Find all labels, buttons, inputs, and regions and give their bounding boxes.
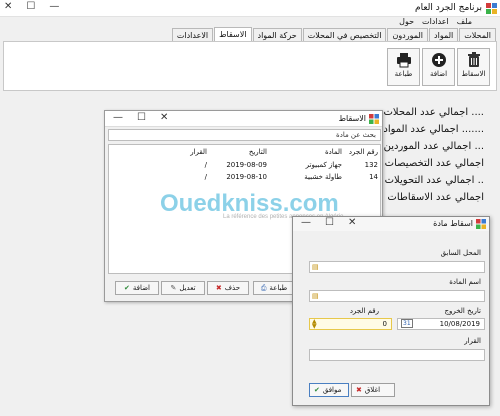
add-icon <box>431 53 446 67</box>
maximize-icon[interactable]: ☐ <box>26 1 35 12</box>
search-input[interactable]: بحث عن مادة <box>108 129 381 141</box>
check-icon: ✔ <box>314 386 320 394</box>
item-name-label: اسم المادة <box>449 278 481 286</box>
table-row[interactable]: 132 جهاز كمبيوتر 2019-08-09 / <box>109 160 380 171</box>
print-list-button[interactable]: ⎙ طباعة <box>253 281 295 295</box>
col-decision[interactable]: القرار <box>190 148 207 156</box>
folder-icon[interactable]: ▤ <box>312 291 322 301</box>
trash-icon <box>467 52 480 67</box>
exit-date-value: 10/08/2019 <box>439 320 480 328</box>
col-inventory-no[interactable]: رقم الجرد <box>349 148 378 156</box>
add-item-label: اضافة <box>132 284 150 292</box>
drop-item-dialog: اسقاط مادة — ☐ ✕ المحل السابق ▤ اسم الما… <box>292 216 490 406</box>
edit-label: تعديل <box>179 284 196 292</box>
ribbon-panel: الاسقاط اضافة طباعة <box>3 41 497 91</box>
close-icon[interactable]: ✕ <box>160 112 168 123</box>
close-dialog-button[interactable]: ✖ اغلاق <box>351 383 395 397</box>
tab-stores[interactable]: المحلات <box>459 28 496 41</box>
add-button[interactable]: اضافة <box>422 48 455 86</box>
stepper-arrows-icon[interactable]: ▲ ▼ <box>312 319 317 330</box>
ok-label: موافق <box>322 386 342 394</box>
previous-store-label: المحل السابق <box>440 249 481 257</box>
inventory-no-stepper[interactable]: ▲ ▼ 0 <box>309 318 392 330</box>
tab-strip: المحلات المواد الموردون التخصيص في المحل… <box>171 27 496 41</box>
edit-button[interactable]: ✎ تعديل <box>161 281 205 295</box>
drop-list-title: الاسقاط <box>338 114 366 123</box>
item-name-field[interactable]: ▤ <box>309 290 485 302</box>
delete-button[interactable]: ✖ حذف <box>207 281 249 295</box>
add-button-label: اضافة <box>429 70 448 78</box>
tab-drop[interactable]: الاسقاط <box>214 27 252 41</box>
delete-label: حذف <box>224 284 241 292</box>
cell-inventory-no: 132 <box>364 161 378 169</box>
cell-item: طاولة خشبية <box>304 173 342 181</box>
drop-button-label: الاسقاط <box>461 70 486 78</box>
cell-inventory-no: 14 <box>369 173 378 181</box>
check-icon: ✔ <box>124 284 130 292</box>
tab-movements[interactable]: حركة المواد <box>252 28 302 41</box>
edit-icon: ✎ <box>170 284 177 292</box>
inventory-no-value: 0 <box>382 320 387 328</box>
drop-button[interactable]: الاسقاط <box>457 48 490 86</box>
exit-date-picker[interactable]: 31 10/08/2019 <box>397 318 485 330</box>
add-item-button[interactable]: ✔ اضافة <box>115 281 159 295</box>
window-app-icon <box>476 219 486 229</box>
previous-store-field[interactable]: ▤ <box>309 261 485 273</box>
minimize-icon[interactable]: — <box>301 217 311 228</box>
app-icon <box>486 3 497 14</box>
window-title: برنامج الجرد العام <box>415 3 482 13</box>
close-icon[interactable]: ✕ <box>348 217 356 228</box>
tab-items[interactable]: المواد <box>429 28 459 41</box>
printer-icon: ⎙ <box>260 283 267 292</box>
maximize-icon[interactable]: ☐ <box>137 112 146 123</box>
tab-allocation[interactable]: التخصيص في المحلات <box>302 28 387 41</box>
window-app-icon <box>369 114 379 124</box>
close-dialog-label: اغلاق <box>364 386 381 394</box>
col-item[interactable]: المادة <box>325 148 342 156</box>
inventory-no-label: رقم الجرد <box>349 307 379 315</box>
col-date[interactable]: التاريخ <box>249 148 267 156</box>
drop-dialog-title: اسقاط مادة <box>433 219 473 228</box>
print-button[interactable]: طباعة <box>387 48 420 86</box>
minimize-icon[interactable]: — <box>113 112 123 123</box>
decision-label: القرار <box>464 337 481 345</box>
exit-date-label: تاريخ الخروج <box>444 307 481 315</box>
print-list-label: طباعة <box>269 284 288 292</box>
maximize-icon[interactable]: ☐ <box>325 217 334 228</box>
tab-suppliers[interactable]: الموردون <box>387 28 429 41</box>
cancel-icon: ✖ <box>356 386 362 394</box>
cell-decision: / <box>204 173 207 181</box>
drop-dialog-titlebar: اسقاط مادة — ☐ ✕ <box>293 217 489 231</box>
print-icon <box>396 53 411 68</box>
ok-button[interactable]: ✔ موافق <box>309 383 349 397</box>
delete-icon: ✖ <box>215 284 222 292</box>
close-icon[interactable]: ✕ <box>4 1 12 12</box>
folder-icon[interactable]: ▤ <box>312 262 322 272</box>
calendar-icon[interactable]: 31 <box>401 319 413 328</box>
table-row[interactable]: 14 طاولة خشبية 2019-08-10 / <box>109 172 380 183</box>
cell-date: 2019-08-10 <box>226 173 267 181</box>
drop-list-titlebar: الاسقاط — ☐ ✕ <box>105 111 382 127</box>
cell-decision: / <box>204 161 207 169</box>
print-button-label: طباعة <box>394 70 413 78</box>
tab-settings[interactable]: الاعدادات <box>171 28 214 41</box>
minimize-icon[interactable]: — <box>49 1 59 12</box>
decision-field[interactable] <box>309 349 485 361</box>
cell-item: جهاز كمبيوتر <box>305 161 342 169</box>
table-header: رقم الجرد المادة التاريخ القرار <box>109 147 380 158</box>
cell-date: 2019-08-09 <box>226 161 267 169</box>
main-titlebar: برنامج الجرد العام ✕ ☐ — <box>0 0 500 17</box>
